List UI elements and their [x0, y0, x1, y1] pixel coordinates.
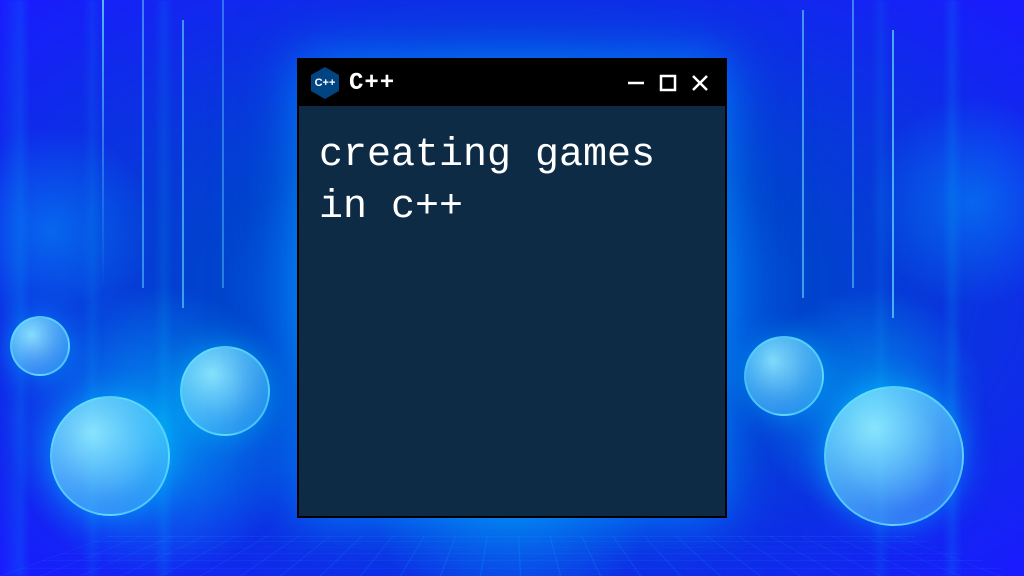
sphere-decoration — [824, 386, 964, 526]
close-icon — [690, 73, 710, 93]
terminal-window: C++ C++ creating games in c++ — [297, 58, 727, 518]
maximize-button[interactable] — [655, 69, 681, 97]
minimize-button[interactable] — [623, 69, 649, 97]
titlebar[interactable]: C++ C++ — [299, 60, 725, 106]
sphere-decoration — [744, 336, 824, 416]
window-controls — [623, 69, 713, 97]
cpp-icon-text: C++ — [315, 77, 336, 89]
maximize-icon — [659, 74, 677, 92]
minimize-icon — [626, 73, 646, 93]
cpp-logo-icon: C++ — [311, 67, 339, 99]
sphere-decoration — [10, 316, 70, 376]
window-title: C++ — [349, 70, 613, 97]
sphere-decoration — [180, 346, 270, 436]
close-button[interactable] — [687, 69, 713, 97]
terminal-content[interactable]: creating games in c++ — [299, 106, 725, 258]
cpp-hexagon: C++ — [311, 67, 339, 99]
sphere-decoration — [50, 396, 170, 516]
